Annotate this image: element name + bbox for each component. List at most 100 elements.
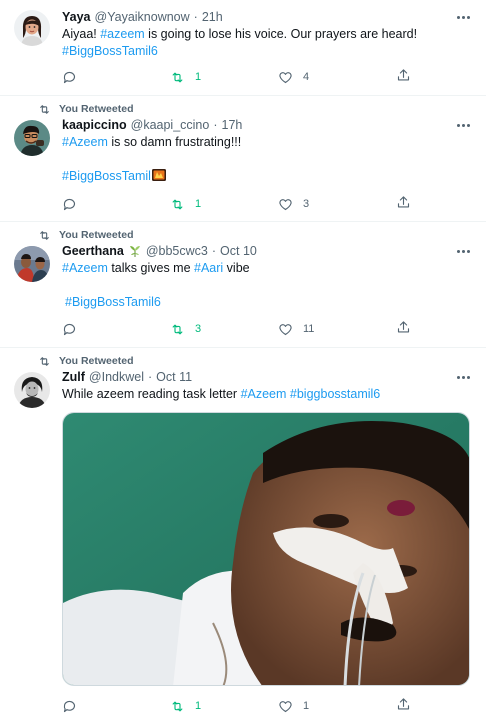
retweet-label: You Retweeted [59,103,134,115]
more-icon[interactable] [454,10,472,24]
timestamp[interactable]: 21h [202,9,223,25]
tweet-header: kaapiccino @kaapi_ccino · 17h [62,117,470,133]
tweet-text: Aiyaa! #azeem is going to lose his voice… [62,26,470,60]
avatar[interactable] [14,372,50,408]
tweet-card[interactable]: You Retweeted Zulf @Indkwel · Oct 11 Whi… [0,348,486,720]
share-icon [397,321,410,333]
tweet-content: Zulf @Indkwel · Oct 11 While azeem readi… [62,369,470,403]
tweet-actions: 3 11 [62,320,412,338]
more-icon[interactable] [454,370,472,384]
avatar[interactable] [14,10,50,46]
tweet-actions: 1 4 [62,68,412,86]
hashtag-link[interactable]: #BiggBossTamil6 [62,44,158,58]
reply-icon [63,700,76,712]
like-button[interactable]: 11 [278,322,386,337]
reply-button[interactable] [62,699,170,714]
share-button[interactable] [396,320,412,338]
retweet-indicator: You Retweeted [38,102,133,116]
tweet-header: Yaya @Yayaiknownow · 21h [62,9,470,25]
tweet-actions: 1 3 [62,195,412,213]
like-button[interactable]: 3 [278,197,386,212]
author-handle[interactable]: @Yayaiknownow [95,9,190,25]
author-handle[interactable]: @Indkwel [89,369,144,385]
like-icon [279,700,292,712]
timestamp[interactable]: 17h [222,117,243,133]
text-segment: While azeem reading task letter [62,387,241,401]
author-name[interactable]: Zulf [62,369,85,385]
like-button[interactable]: 1 [278,699,386,714]
tweet-text: While azeem reading task letter #Azeem #… [62,386,470,403]
share-button[interactable] [396,195,412,213]
like-count: 11 [303,323,315,335]
more-icon[interactable] [454,244,472,258]
tweet-text: #Azeem is so damn frustrating!!! #BiggBo… [62,134,470,185]
author-handle[interactable]: @kaapi_ccino [131,117,210,133]
like-count: 4 [303,71,310,83]
tweet-content: Geerthana @bb5cwc3 · Oct 10 #Azeem talks… [62,243,470,311]
share-button[interactable] [396,697,412,715]
retweet-count: 3 [195,323,202,335]
reply-icon [63,323,76,335]
tweet-actions: 1 1 [62,697,412,715]
like-icon [279,323,292,335]
hashtag-link[interactable]: #Azeem [241,387,287,401]
separator-dot: · [211,244,217,258]
retweet-button[interactable]: 1 [170,197,278,212]
retweet-icon [40,230,49,240]
timestamp[interactable]: Oct 10 [220,243,257,259]
text-segment: Aiyaa! [62,27,101,41]
tweet-header: Zulf @Indkwel · Oct 11 [62,369,470,385]
retweet-count: 1 [195,198,202,210]
timestamp[interactable]: Oct 11 [156,369,192,385]
share-icon [397,698,410,710]
like-icon [279,71,292,83]
share-icon [397,69,410,81]
like-button[interactable]: 4 [278,70,386,85]
reply-icon [63,71,76,83]
retweet-count: 1 [195,700,202,712]
retweet-button[interactable]: 1 [170,699,278,714]
retweet-button[interactable]: 1 [170,70,278,85]
tweet-media-image[interactable] [62,412,470,686]
like-count: 3 [303,198,310,210]
reply-button[interactable] [62,197,170,212]
hashtag-link[interactable]: #Azeem [62,135,108,149]
hashtag-link[interactable]: #biggbosstamil6 [290,387,380,401]
hashtag-link[interactable]: #BiggBossTamil [62,169,151,183]
author-handle[interactable]: @bb5cwc3 [146,243,208,259]
text-segment: is so damn frustrating!!! [107,135,242,149]
retweet-button[interactable]: 3 [170,322,278,337]
text-segment: is going to lose his voice. Our prayers … [144,27,418,41]
author-name[interactable]: kaapiccino [62,117,127,133]
hashtag-link[interactable]: #BiggBossTamil6 [65,295,161,309]
tweet-card[interactable]: Yaya @Yayaiknownow · 21h Aiyaa! #azeem i… [0,0,486,96]
retweet-indicator: You Retweeted [38,228,133,242]
share-button[interactable] [396,68,412,86]
retweet-count: 1 [195,71,202,83]
author-name[interactable]: Yaya [62,9,91,25]
hashtag-link[interactable]: #Azeem [62,261,108,275]
retweet-icon [172,199,183,209]
retweet-icon [40,356,49,366]
retweet-icon [172,72,183,82]
author-name[interactable]: Geerthana [62,243,124,259]
tweet-header: Geerthana @bb5cwc3 · Oct 10 [62,243,470,259]
more-icon[interactable] [454,118,472,132]
text-segment: talks gives me [107,261,194,275]
avatar[interactable] [14,120,50,156]
reply-icon [63,198,76,210]
separator-dot: · [193,10,198,24]
retweet-icon [172,701,183,711]
hashflag-icon [151,169,166,181]
tweet-content: Yaya @Yayaiknownow · 21h Aiyaa! #azeem i… [62,9,470,60]
like-count: 1 [303,700,310,712]
reply-button[interactable] [62,322,170,337]
hashtag-link[interactable]: #azeem [100,27,144,41]
avatar[interactable] [14,246,50,282]
share-icon [397,196,410,208]
reply-button[interactable] [62,70,170,85]
hashtag-link[interactable]: #Aari [194,261,223,275]
retweet-icon [40,104,49,114]
retweet-indicator: You Retweeted [38,354,133,368]
retweet-label: You Retweeted [59,229,134,241]
